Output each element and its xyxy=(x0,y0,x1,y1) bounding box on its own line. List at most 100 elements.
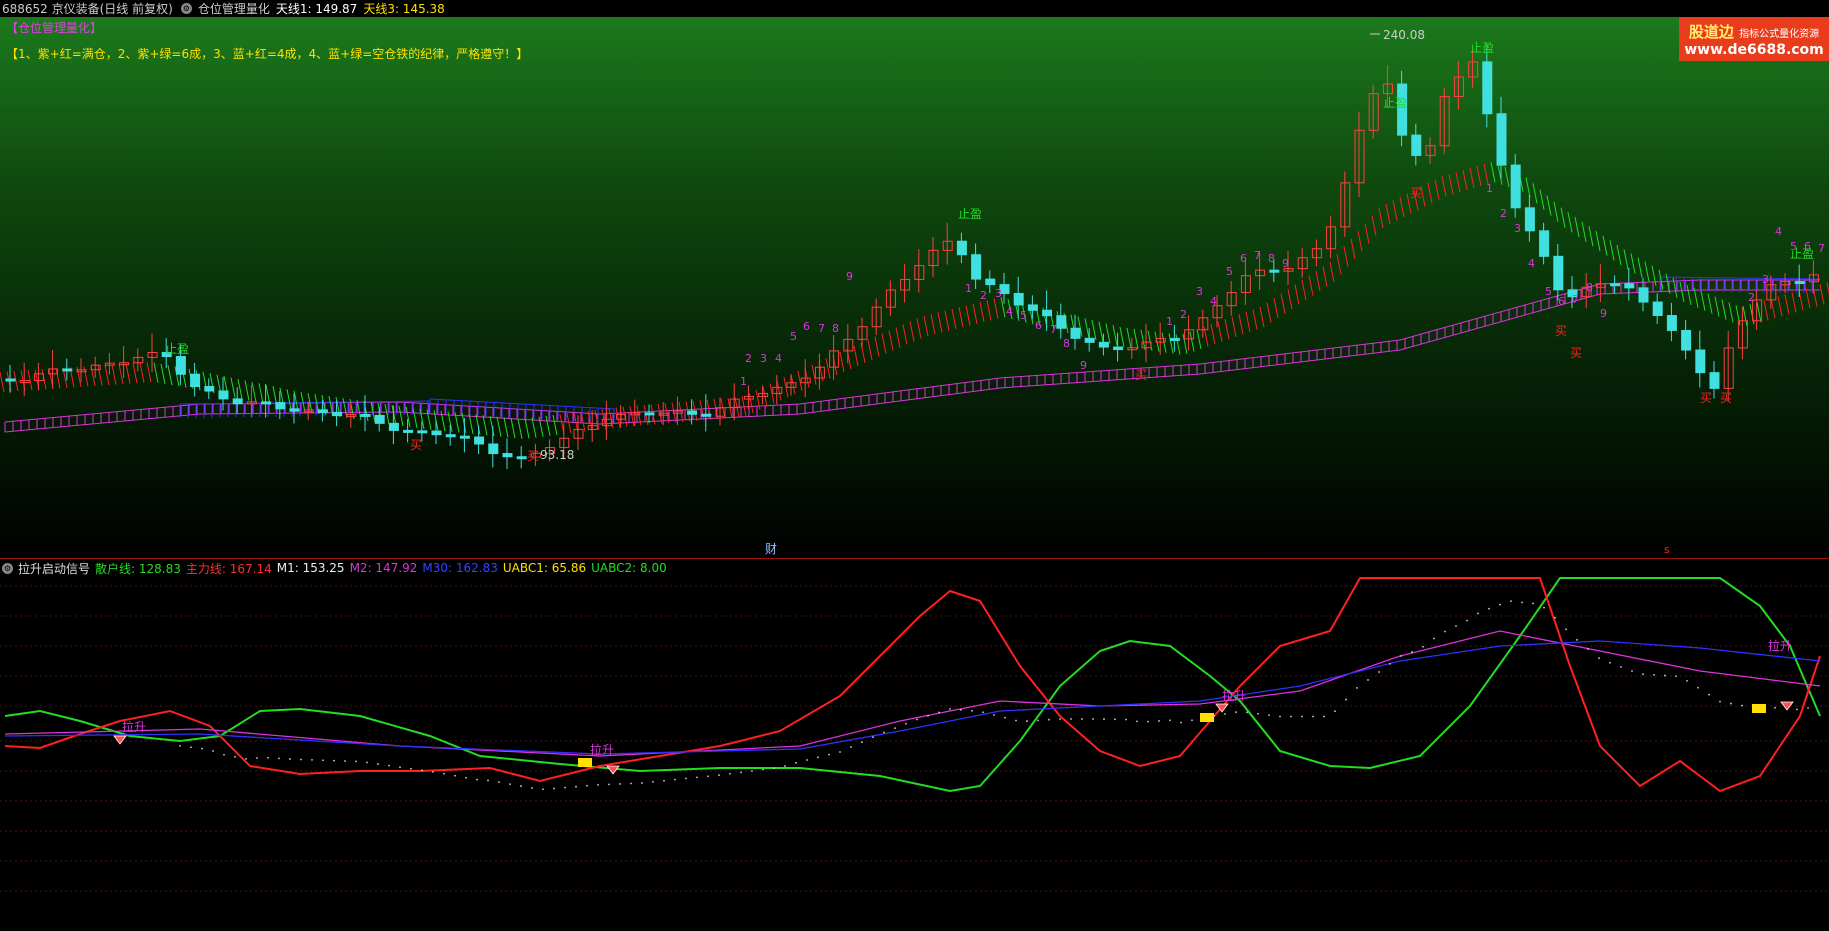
trend-band-tick xyxy=(104,364,110,386)
finance-marker: 财 xyxy=(765,542,777,556)
indicator-name[interactable]: 仓位管理量化 xyxy=(198,0,270,17)
count-digit: 6 xyxy=(1558,295,1565,308)
m1-dot xyxy=(498,781,500,784)
m1-dot xyxy=(894,727,896,730)
m1-dot xyxy=(377,763,379,765)
candle-body xyxy=(360,413,371,417)
candle-body xyxy=(1681,329,1692,351)
m1-dot xyxy=(333,759,335,762)
m1-dot xyxy=(1334,710,1336,713)
trend-band-tick xyxy=(874,336,880,357)
candle-body xyxy=(459,435,470,439)
m1-dot xyxy=(1730,702,1732,705)
candles-group xyxy=(5,44,1819,470)
m1-dot xyxy=(1433,637,1435,640)
m1-dot xyxy=(1103,718,1105,720)
m1-dot xyxy=(1367,679,1369,681)
trend-band-tick xyxy=(1098,321,1104,342)
m1-dot xyxy=(421,769,423,772)
candle-body xyxy=(1113,346,1124,351)
m1-dot xyxy=(1191,719,1193,722)
candlestick-chart[interactable]: 240.0893.18财 s止盈止盈止盈止盈止盈买买买买买买买 买12 3 456 7 89… xyxy=(0,17,1829,558)
trend-band-tick xyxy=(1252,309,1258,330)
candle-body xyxy=(1610,283,1621,287)
m1-dot xyxy=(762,768,764,771)
candle-body xyxy=(289,408,300,412)
trend-band-tick xyxy=(503,417,509,438)
m1-dot xyxy=(1048,718,1050,721)
count-digit: 2 xyxy=(1180,308,1187,321)
trend-band-tick xyxy=(1805,288,1811,309)
sanhu-value: 散户线: 128.83 xyxy=(95,561,181,576)
m1-dot xyxy=(806,759,808,761)
candle-body xyxy=(388,422,399,431)
sub-indicator-chart[interactable]: 拉升拉升拉升拉升 xyxy=(0,576,1829,931)
count-digit: 7 xyxy=(1572,293,1579,306)
m1-dot xyxy=(1708,693,1710,696)
trend-band-tick xyxy=(1210,324,1216,345)
trend-band-tick xyxy=(391,404,397,426)
m1-dot xyxy=(960,709,962,711)
trend-band-tick xyxy=(237,378,243,400)
trend-band-tick xyxy=(867,339,873,360)
m1-dot xyxy=(1290,715,1292,718)
m1-dot xyxy=(784,765,786,767)
m1-dot xyxy=(1059,718,1061,720)
trend-band-tick xyxy=(1105,323,1111,344)
m1-dot xyxy=(245,757,247,760)
m1-dot xyxy=(586,784,588,787)
trend-band-tick xyxy=(1441,176,1447,197)
gear-icon[interactable]: ⚙ xyxy=(2,562,13,574)
trend-band-tick xyxy=(944,310,950,331)
m1-dot xyxy=(300,758,302,761)
sub-title[interactable]: 拉升启动信号 xyxy=(18,560,90,577)
m1-dot xyxy=(861,741,863,743)
m1-dot xyxy=(1026,720,1028,722)
m1-dot xyxy=(949,708,951,710)
zhuli-value: 主力线: 167.14 xyxy=(185,561,272,576)
buy-tag: 买 xyxy=(1555,324,1567,338)
count-digit: 3 xyxy=(995,287,1002,300)
count-digit: 9 xyxy=(1600,307,1607,320)
trend-band-tick xyxy=(251,381,257,403)
trend-band-tick xyxy=(1567,212,1573,233)
trend-band-tick xyxy=(1238,314,1244,335)
m1-dot xyxy=(795,761,797,764)
count-digit: 8 xyxy=(832,322,839,335)
gear-icon[interactable]: ⚙ xyxy=(180,3,192,14)
trend-band-tick xyxy=(111,364,117,385)
m1-dot xyxy=(1301,715,1303,718)
m1-dot xyxy=(1653,673,1655,676)
trend-band-tick xyxy=(1133,328,1139,349)
trend-band-tick xyxy=(986,300,992,321)
trend-band-tick xyxy=(1301,279,1307,301)
m2-value: M2: 147.92 xyxy=(349,561,418,575)
count-digit: 8 xyxy=(1063,337,1070,350)
m1-dot xyxy=(179,744,181,747)
count-digit: 5 xyxy=(1790,240,1797,253)
m1-dot xyxy=(872,736,874,739)
trend-band-tick xyxy=(0,371,5,393)
count-digit: 2 xyxy=(745,352,752,365)
trend-band-tick xyxy=(1693,287,1699,308)
candle-body xyxy=(1794,281,1805,285)
trend-band-tick xyxy=(958,307,964,328)
candle-body xyxy=(1510,164,1521,209)
buy-tag: 买 xyxy=(1700,391,1712,405)
main-chart-panel[interactable]: 240.08 93.18 财 s 止盈 止盈 止盈 止盈 止盈买买买买买买买买 1 2 3 4 5 6 7 8 9… xyxy=(0,17,1829,558)
m1-dot xyxy=(1312,715,1314,718)
m1-dot xyxy=(1521,601,1523,604)
m30-line xyxy=(4,640,1821,755)
m1-dot xyxy=(773,767,775,770)
count-digit: 6 xyxy=(1804,240,1811,253)
candle-body xyxy=(1652,301,1663,317)
m1-dot xyxy=(751,770,753,772)
tianxian3-value: 天线3: 145.38 xyxy=(363,2,445,16)
count-digit: 5 xyxy=(790,330,797,343)
trend-band-tick xyxy=(1539,189,1545,210)
trend-band-tick xyxy=(1280,293,1286,314)
m1-dot xyxy=(1345,698,1347,701)
count-digit: 3 xyxy=(1196,285,1203,298)
count-digit: 7 xyxy=(1818,242,1825,255)
trend-band-tick xyxy=(1427,182,1433,204)
